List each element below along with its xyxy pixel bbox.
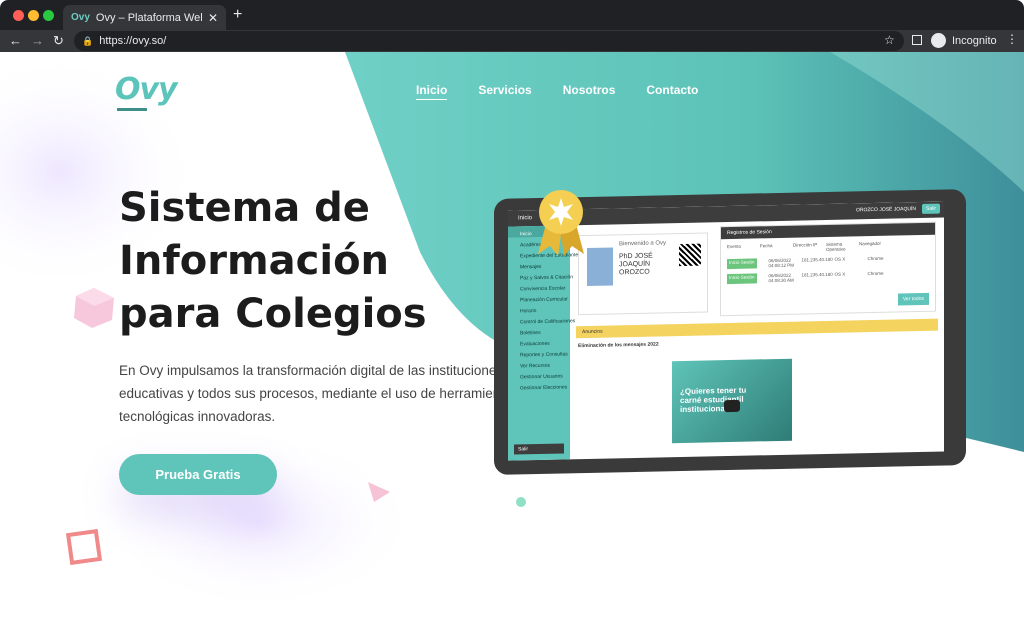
nav-nosotros[interactable]: Nosotros — [563, 83, 616, 100]
log-cell: Chrome — [867, 255, 884, 262]
log-header-cell: Fecha — [760, 243, 773, 249]
lock-icon: 🔒 — [82, 35, 94, 46]
free-trial-button[interactable]: Prueba Gratis — [119, 454, 277, 495]
browser-toolbar: ← → ↻ 🔒 https://ovy.so/ ☆ Incognito ⋮ — [0, 30, 1024, 52]
announcement-title: Eliminación de los mensajes 2022 — [578, 341, 659, 350]
main-nav: Inicio Servicios Nosotros Contacto — [416, 83, 729, 100]
nav-servicios[interactable]: Servicios — [478, 83, 531, 100]
headline-line-2: Información — [119, 238, 390, 284]
mockup-sidebar-item: Convivencia Escolar — [520, 285, 566, 293]
log-cell: OS X — [834, 256, 846, 262]
profile-label: Incognito — [952, 34, 997, 47]
log-cell: 181.235.40.180 — [801, 271, 833, 278]
mockup-exit-button: Salir — [921, 203, 940, 214]
student-photo — [587, 247, 613, 286]
mockup-sidebar-item: Planeación Curricular — [520, 296, 568, 304]
mockup-user-name: OROZCO JOSÉ JOAQUÍN — [855, 206, 916, 214]
incognito-icon — [931, 33, 946, 48]
log-cell: OS X — [834, 271, 846, 277]
reload-icon[interactable]: ↻ — [53, 33, 64, 49]
pink-cube-decoration — [74, 288, 114, 328]
view-all-button: Ver todos — [897, 292, 929, 306]
log-cell: 06/06/2022 04:08:30 AM — [768, 272, 794, 284]
announcement-image: ¿Quieres tener tu carné estudiantil inst… — [672, 358, 792, 444]
logo-underline — [117, 108, 147, 111]
log-header-cell: Sistema Operativo — [826, 241, 846, 252]
close-window-button[interactable] — [13, 10, 24, 21]
log-header-cell: Evento — [727, 243, 742, 250]
announcements-bar: Anuncios — [576, 318, 938, 339]
browser-window: Ovy Ovy – Plataforma Web para Co ✕ + ← →… — [0, 0, 1024, 639]
mockup-sidebar: Inicio Académico Expediente del Estudian… — [508, 225, 578, 461]
teal-dot-decoration — [516, 497, 526, 507]
back-arrow-icon[interactable]: ← — [9, 33, 22, 48]
minimize-window-button[interactable] — [28, 10, 39, 21]
mockup-sidebar-item: Gestionar Elecciones — [520, 384, 568, 392]
award-medal-icon — [538, 190, 584, 256]
video-play-icon — [724, 399, 740, 413]
red-square-decoration — [66, 529, 102, 565]
mockup-logout-button: Salir — [514, 443, 564, 455]
browser-tab[interactable]: Ovy Ovy – Plataforma Web para Co ✕ — [63, 5, 226, 30]
mockup-sidebar-item: Control de Calificaciones — [520, 318, 576, 326]
tab-title: Ovy – Plataforma Web para Co — [95, 11, 202, 24]
hero-headline: Sistema de Información para Colegios — [119, 182, 499, 341]
mockup-session-log: Registros de Sesión Evento Fecha Direcci… — [720, 221, 936, 317]
log-event-badge: Inicio Sesión — [727, 273, 757, 285]
user-full-name: PhD JOSÉ JOAQUÍN OROZCO — [619, 252, 653, 277]
tab-strip: Ovy Ovy – Plataforma Web para Co ✕ + — [0, 0, 1024, 30]
pink-triangle-decoration — [368, 482, 390, 502]
log-cell: 06/06/2022 04:08:12 PM — [768, 257, 795, 269]
new-tab-button[interactable]: + — [233, 6, 242, 24]
mockup-sidebar-item: Reportes y Consultas — [520, 351, 568, 359]
log-cell: Chrome — [867, 270, 884, 277]
nav-inicio[interactable]: Inicio — [416, 83, 448, 100]
zoom-window-button[interactable] — [43, 10, 54, 21]
log-header-cell: Navegador — [859, 240, 882, 247]
mockup-welcome-card: Bienvenido a Ovy PhD JOSÉ JOAQUÍN OROZCO — [578, 232, 708, 316]
headline-line-1: Sistema de — [119, 185, 370, 231]
forward-arrow-icon[interactable]: → — [31, 33, 44, 48]
logo-text: Ovy — [115, 72, 178, 107]
log-event-badge: Inicio Sesión — [727, 258, 757, 270]
welcome-text: Bienvenido a Ovy — [619, 240, 667, 248]
incognito-profile-button[interactable]: Incognito — [931, 33, 997, 48]
kebab-menu-icon[interactable]: ⋮ — [1006, 32, 1018, 46]
nav-contacto[interactable]: Contacto — [646, 83, 698, 100]
log-header-cell: Dirección IP — [793, 242, 818, 248]
hero-lead-text: En Ovy impulsamos la transformación digi… — [119, 363, 519, 424]
qr-code-icon — [679, 243, 701, 267]
headline-line-3: para Colegios — [119, 291, 427, 337]
close-tab-icon[interactable]: ✕ — [208, 11, 218, 25]
mockup-sidebar-item: Paz y Salvos & Citación — [520, 274, 574, 282]
side-panel-icon[interactable] — [912, 35, 922, 45]
address-bar[interactable]: 🔒 https://ovy.so/ — [74, 31, 904, 51]
url-text: https://ovy.so/ — [99, 35, 167, 47]
mockup-sidebar-item: Gestionar Usuarios — [520, 373, 563, 381]
ovy-logo[interactable]: Ovy — [115, 72, 178, 111]
star-icon[interactable]: ☆ — [884, 33, 895, 47]
web-page: Ovy Inicio Servicios Nosotros Contacto S… — [0, 52, 1024, 639]
tab-favicon-icon: Ovy — [71, 12, 90, 23]
log-cell: 181.235.40.180 — [801, 256, 833, 263]
mockup-topbar-title: Inicio — [518, 215, 533, 222]
